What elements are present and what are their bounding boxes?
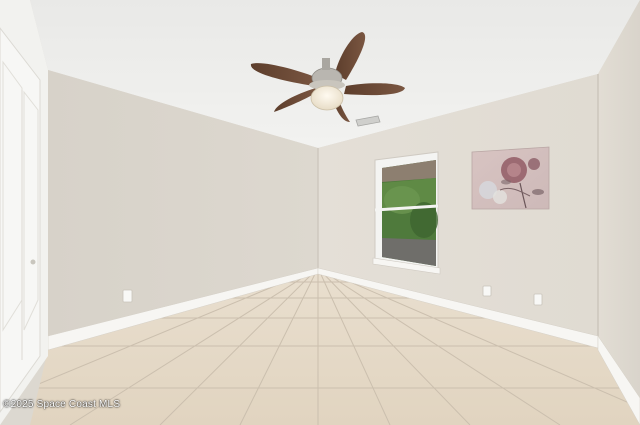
room-photo: [0, 0, 640, 425]
wall-outlet-right: [533, 293, 543, 306]
door-knob-icon: [30, 259, 36, 265]
closet-door: [0, 0, 48, 425]
window: [372, 151, 441, 275]
wall-art-canvas: [471, 146, 550, 210]
fan-light-globe: [310, 85, 344, 111]
wall-outlet-left: [122, 289, 133, 303]
wall-outlet-back: [482, 285, 492, 297]
watermark-text: ©2025 Space Coast MLS: [3, 399, 121, 410]
